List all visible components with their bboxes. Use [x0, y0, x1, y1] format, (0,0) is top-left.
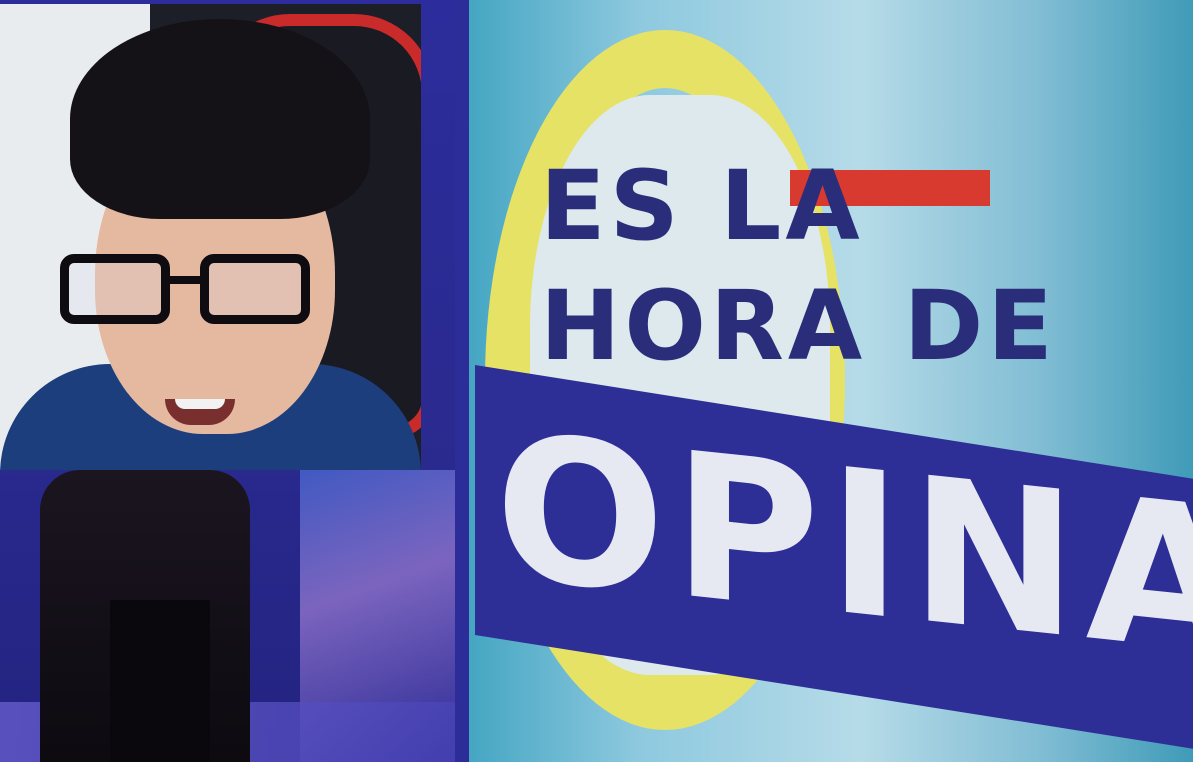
- screen-frame-edge: [455, 0, 469, 762]
- streamer-teeth: [175, 399, 225, 409]
- headline-line-1: ES LA: [540, 150, 864, 262]
- tv-screen-graphic: ES LA HORA DE OPINAR: [455, 0, 1193, 762]
- streamer-hair: [70, 19, 370, 219]
- webcam-overlay: [0, 4, 421, 470]
- glasses-bridge: [165, 276, 205, 284]
- left-lens: [60, 254, 170, 324]
- right-lens: [200, 254, 310, 324]
- headline-line-2: HORA DE: [540, 270, 1057, 382]
- glasses-icon: [60, 254, 320, 334]
- presenter-legs: [110, 600, 210, 762]
